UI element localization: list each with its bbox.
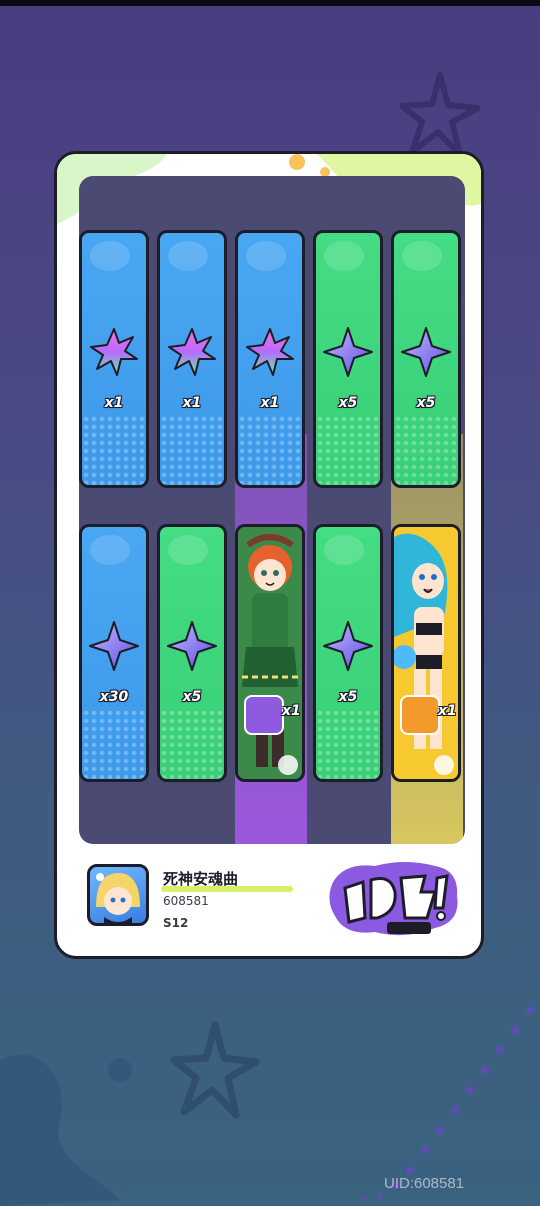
background-dots <box>362 1006 534 1200</box>
reward-tile[interactable]: x5 <box>313 524 383 782</box>
tile-splash <box>90 241 130 271</box>
tile-splash <box>168 241 208 271</box>
avatar[interactable] <box>87 864 149 926</box>
purple-star-gem-icon <box>167 621 217 671</box>
tile-dots <box>238 415 302 485</box>
character-reward-tile[interactable]: x1 <box>391 524 461 782</box>
reward-tile[interactable]: x5 <box>157 524 227 782</box>
game-logo <box>329 862 458 936</box>
purple-star-gem-icon <box>323 621 373 671</box>
background-splash <box>0 1054 132 1206</box>
reward-count: x1 <box>104 395 124 411</box>
reward-tile[interactable]: x5 <box>391 230 461 488</box>
reward-count: x1 <box>438 703 457 719</box>
character-reward-tile[interactable]: x1 <box>235 524 305 782</box>
tile-dots <box>316 415 380 485</box>
key-icon <box>434 755 454 775</box>
reward-count: x30 <box>99 689 129 705</box>
character-avatar-badge <box>400 695 440 735</box>
bluehair-girl-character <box>394 527 458 779</box>
rainbow-crystal-icon <box>246 328 294 376</box>
reward-tile[interactable]: x30 <box>79 524 149 782</box>
character-avatar-badge <box>244 695 284 735</box>
tile-splash <box>324 535 364 565</box>
player-footer: 死神安魂曲 608581 S12 <box>57 844 481 954</box>
status-bar <box>0 0 540 6</box>
reward-count: x5 <box>416 395 436 411</box>
reward-count: x1 <box>282 703 301 719</box>
tile-dots <box>160 415 224 485</box>
player-avatar-portrait <box>96 873 140 923</box>
reward-tile[interactable]: x1 <box>157 230 227 488</box>
reward-tile[interactable]: x1 <box>79 230 149 488</box>
purple-star-gem-icon <box>89 621 139 671</box>
reward-count: x5 <box>338 395 358 411</box>
reward-count: x1 <box>260 395 280 411</box>
reward-count: x5 <box>338 689 358 705</box>
reward-tile[interactable]: x1 <box>235 230 305 488</box>
tile-dots <box>82 415 146 485</box>
reward-count: x5 <box>182 689 202 705</box>
tile-dots <box>316 709 380 779</box>
background-star-icon <box>400 72 480 158</box>
tile-dots <box>394 415 458 485</box>
redhead-girl-character <box>238 527 302 779</box>
uid-label: UID:608581 <box>384 1175 465 1192</box>
purple-star-gem-icon <box>401 327 451 377</box>
rainbow-crystal-icon <box>90 328 138 376</box>
tile-splash <box>324 241 364 271</box>
tile-dots <box>160 709 224 779</box>
purple-star-gem-icon <box>323 327 373 377</box>
key-icon <box>278 755 298 775</box>
rainbow-crystal-icon <box>168 328 216 376</box>
player-id: 608581 <box>163 894 209 908</box>
tile-splash <box>90 535 130 565</box>
tile-splash <box>402 241 442 271</box>
player-name: 死神安魂曲 <box>163 870 239 888</box>
reward-tile[interactable]: x5 <box>313 230 383 488</box>
tile-dots <box>82 709 146 779</box>
tile-splash <box>246 241 286 271</box>
reward-grid: x1 x1 x1 x5 x5 x30 x5 x1 x5 x1 <box>79 176 465 844</box>
tile-splash <box>168 535 208 565</box>
reward-card: x1 x1 x1 x5 x5 x30 x5 x1 x5 x1 死神安魂曲 608… <box>54 151 484 959</box>
reward-count: x1 <box>182 395 202 411</box>
season-label: S12 <box>163 916 189 930</box>
